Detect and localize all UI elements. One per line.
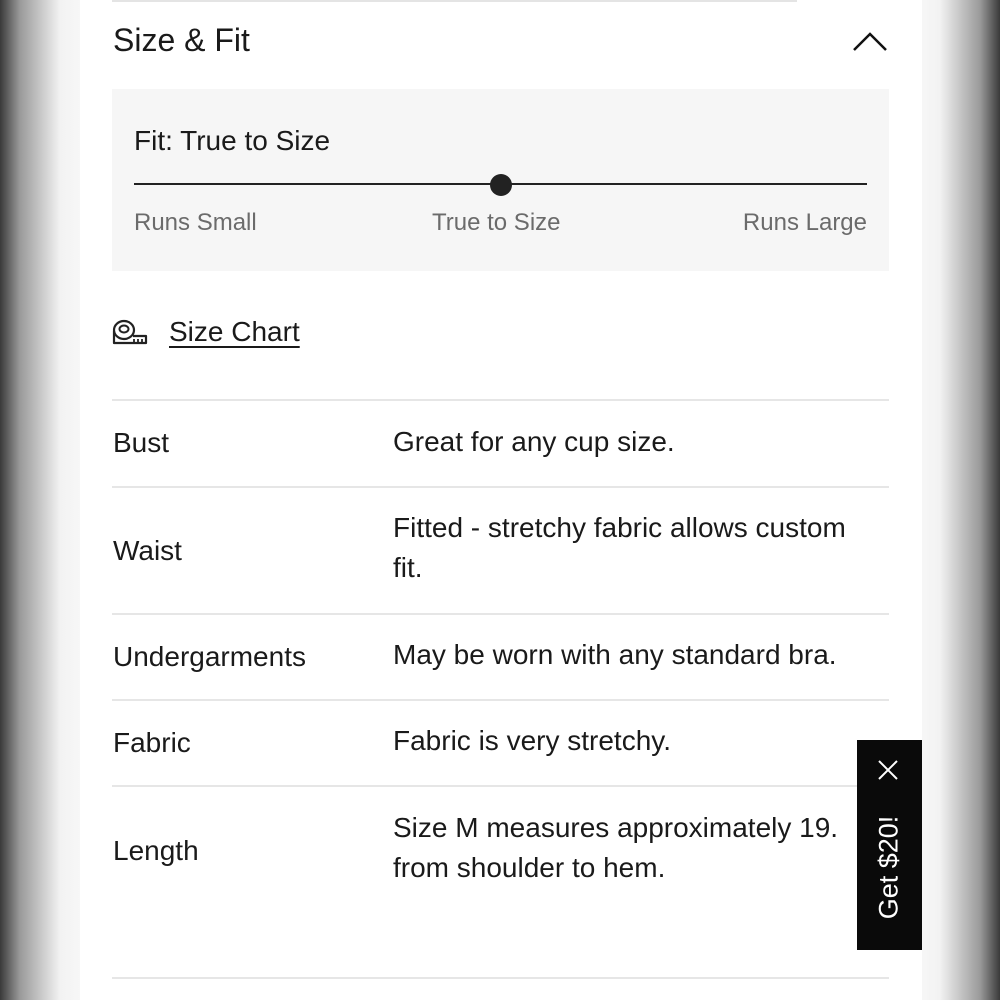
- fit-label-runs-large: Runs Large: [742, 209, 867, 236]
- row-label-waist: Waist: [113, 535, 182, 566]
- row-value-fabric: Fabric is very stretchy.: [393, 721, 883, 761]
- row-value-line: Size M measures approximately 19.: [393, 812, 839, 843]
- row-label-bust: Bust: [113, 427, 170, 458]
- row-value-line: May be worn with any standard bra.: [393, 639, 837, 670]
- section-title: Size & Fit: [113, 22, 250, 58]
- promo-label[interactable]: Get $20!: [874, 810, 905, 926]
- fit-heading: Fit: True to Size: [134, 125, 331, 156]
- row-value-line: from shoulder to hem.: [393, 852, 666, 883]
- row-value-line: Fitted - stretchy fabric allows custom: [393, 512, 846, 543]
- row-value-length: Size M measures approximately 19. from s…: [393, 808, 853, 888]
- size-chart-link[interactable]: Size Chart: [112, 316, 300, 348]
- row-value-line: Fabric is very stretchy.: [393, 725, 671, 756]
- measuring-tape-icon: [112, 319, 148, 345]
- fit-scale-marker: [489, 174, 512, 196]
- row-value-line: Great for any cup size.: [393, 426, 675, 457]
- row-value-line: fit.: [393, 552, 423, 583]
- row-divider: [112, 699, 889, 701]
- row-label-fabric: Fabric: [113, 727, 191, 758]
- chevron-up-icon: [853, 32, 887, 51]
- row-label-undergarments: Undergarments: [113, 641, 306, 672]
- row-divider: [112, 613, 889, 615]
- row-value-undergarments: May be worn with any standard bra.: [393, 635, 883, 675]
- top-divider: [112, 0, 797, 2]
- row-value-waist: Fitted - stretchy fabric allows custom f…: [393, 508, 883, 588]
- row-label-length: Length: [113, 835, 199, 866]
- size-chart-label[interactable]: Size Chart: [169, 316, 300, 348]
- row-divider: [112, 399, 889, 401]
- row-divider: [112, 486, 889, 488]
- fit-label-true-to-size: True to Size: [432, 209, 561, 236]
- close-icon[interactable]: [877, 759, 899, 781]
- row-value-bust: Great for any cup size.: [393, 422, 883, 462]
- fit-label-runs-small: Runs Small: [134, 209, 257, 236]
- collapse-button[interactable]: [850, 24, 890, 58]
- row-divider: [112, 785, 889, 787]
- row-divider: [112, 977, 889, 979]
